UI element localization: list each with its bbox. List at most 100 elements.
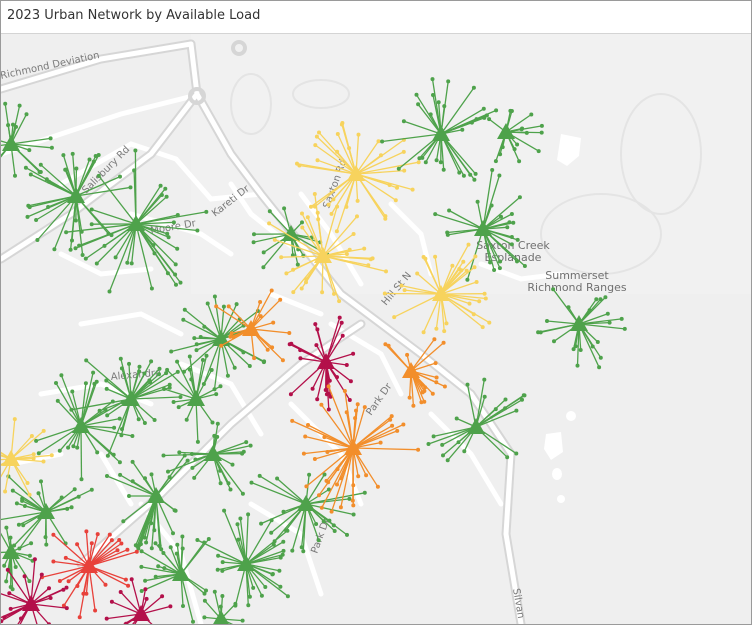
customer-point[interactable] xyxy=(142,421,147,425)
customer-point[interactable] xyxy=(339,320,344,325)
customer-point[interactable] xyxy=(493,159,498,164)
customer-point[interactable] xyxy=(248,443,253,448)
customer-point[interactable] xyxy=(329,211,334,216)
customer-point[interactable] xyxy=(552,339,556,344)
customer-point[interactable] xyxy=(84,591,89,596)
customer-point[interactable] xyxy=(252,356,257,361)
customer-point[interactable] xyxy=(477,299,482,304)
customer-point[interactable] xyxy=(575,363,580,368)
customer-point[interactable] xyxy=(47,179,51,184)
customer-point[interactable] xyxy=(246,603,251,608)
customer-point[interactable] xyxy=(484,113,489,118)
customer-point[interactable] xyxy=(87,157,92,162)
customer-point[interactable] xyxy=(515,142,520,147)
customer-point[interactable] xyxy=(178,280,183,285)
customer-point[interactable] xyxy=(192,475,197,480)
customer-point[interactable] xyxy=(536,149,541,154)
customer-point[interactable] xyxy=(284,271,289,276)
customer-point[interactable] xyxy=(402,288,407,293)
customer-point[interactable] xyxy=(20,496,25,501)
customer-point[interactable] xyxy=(430,77,435,82)
customer-point[interactable] xyxy=(473,171,478,176)
customer-point[interactable] xyxy=(240,491,245,496)
customer-point[interactable] xyxy=(127,494,131,498)
customer-point[interactable] xyxy=(426,442,431,446)
customer-point[interactable] xyxy=(118,174,122,179)
customer-point[interactable] xyxy=(12,417,17,422)
customer-point[interactable] xyxy=(204,209,209,214)
customer-point[interactable] xyxy=(480,325,485,330)
customer-point[interactable] xyxy=(265,347,270,352)
customer-point[interactable] xyxy=(454,416,459,421)
customer-point[interactable] xyxy=(287,342,292,347)
customer-point[interactable] xyxy=(128,185,133,190)
customer-point[interactable] xyxy=(344,204,349,209)
customer-point[interactable] xyxy=(422,399,427,404)
customer-point[interactable] xyxy=(27,553,32,558)
customer-point[interactable] xyxy=(323,388,328,392)
customer-point[interactable] xyxy=(261,250,266,255)
customer-point[interactable] xyxy=(3,101,8,106)
customer-point[interactable] xyxy=(96,153,101,157)
customer-point[interactable] xyxy=(212,294,217,299)
customer-point[interactable] xyxy=(95,532,100,537)
customer-point[interactable] xyxy=(247,594,252,599)
customer-point[interactable] xyxy=(229,331,234,336)
customer-point[interactable] xyxy=(69,505,74,510)
customer-point[interactable] xyxy=(392,315,397,320)
customer-point[interactable] xyxy=(351,503,356,508)
customer-point[interactable] xyxy=(161,453,166,458)
customer-point[interactable] xyxy=(269,530,274,535)
customer-point[interactable] xyxy=(189,377,194,382)
customer-point[interactable] xyxy=(89,222,94,227)
customer-point[interactable] xyxy=(27,148,32,153)
customer-point[interactable] xyxy=(430,391,435,396)
customer-point[interactable] xyxy=(61,153,66,158)
customer-point[interactable] xyxy=(230,462,235,467)
customer-point[interactable] xyxy=(41,459,46,464)
customer-point[interactable] xyxy=(607,320,612,325)
customer-point[interactable] xyxy=(202,598,207,603)
customer-point[interactable] xyxy=(514,408,519,413)
customer-point[interactable] xyxy=(315,327,320,332)
customer-point[interactable] xyxy=(48,596,53,600)
customer-point[interactable] xyxy=(195,538,200,542)
customer-point[interactable] xyxy=(182,453,187,458)
customer-point[interactable] xyxy=(416,447,421,452)
customer-point[interactable] xyxy=(27,205,32,210)
customer-point[interactable] xyxy=(278,584,283,589)
customer-point[interactable] xyxy=(115,548,120,553)
customer-point[interactable] xyxy=(105,474,109,478)
customer-point[interactable] xyxy=(38,170,43,174)
customer-point[interactable] xyxy=(38,162,43,167)
customer-point[interactable] xyxy=(91,159,96,164)
customer-point[interactable] xyxy=(416,102,421,107)
customer-point[interactable] xyxy=(313,143,318,148)
customer-point[interactable] xyxy=(335,482,339,487)
customer-point[interactable] xyxy=(450,263,455,268)
customer-point[interactable] xyxy=(492,268,497,272)
customer-point[interactable] xyxy=(509,109,514,113)
customer-point[interactable] xyxy=(356,132,361,137)
customer-point[interactable] xyxy=(204,588,208,593)
customer-point[interactable] xyxy=(28,172,33,177)
customer-point[interactable] xyxy=(355,402,360,407)
customer-point[interactable] xyxy=(433,254,438,259)
customer-point[interactable] xyxy=(314,343,319,348)
customer-point[interactable] xyxy=(94,379,99,384)
customer-point[interactable] xyxy=(167,382,172,387)
customer-point[interactable] xyxy=(258,300,263,304)
customer-point[interactable] xyxy=(467,301,472,306)
customer-point[interactable] xyxy=(578,348,583,352)
customer-point[interactable] xyxy=(23,165,28,170)
customer-point[interactable] xyxy=(177,450,182,455)
customer-point[interactable] xyxy=(127,361,131,366)
customer-point[interactable] xyxy=(205,301,210,306)
customer-point[interactable] xyxy=(401,149,406,154)
customer-point[interactable] xyxy=(347,496,352,501)
customer-point[interactable] xyxy=(39,572,44,577)
customer-point[interactable] xyxy=(441,340,446,345)
customer-point[interactable] xyxy=(362,405,367,410)
customer-point[interactable] xyxy=(310,386,315,391)
customer-point[interactable] xyxy=(152,528,157,533)
